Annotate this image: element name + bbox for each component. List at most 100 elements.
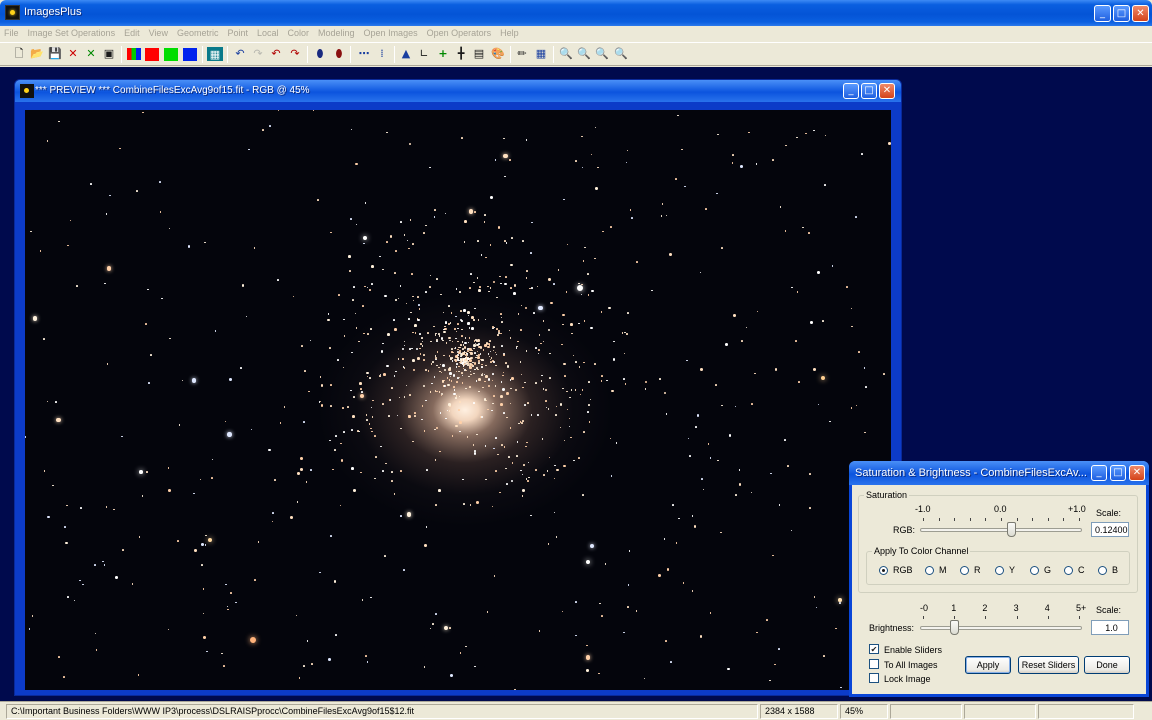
close-button[interactable]: ✕	[1132, 5, 1149, 22]
zoom-fit-icon[interactable]: 🔍	[594, 46, 610, 62]
menu-image-set-operations[interactable]: Image Set Operations	[28, 28, 116, 38]
channel-radio-g[interactable]	[1030, 566, 1039, 575]
minimize-button[interactable]: _	[1094, 5, 1111, 22]
dialog-maximize-button[interactable]: □	[1110, 465, 1126, 481]
star	[528, 476, 530, 479]
mask-red-icon[interactable]: ⬮	[331, 46, 347, 62]
crosshair-icon[interactable]: ╋	[453, 46, 469, 62]
star	[501, 444, 503, 446]
star	[486, 611, 489, 613]
star	[449, 674, 453, 678]
menu-view[interactable]: View	[149, 28, 168, 38]
channel-radio-c[interactable]	[1064, 566, 1073, 575]
dialog-close-button[interactable]: ✕	[1129, 465, 1145, 481]
saturation-brightness-dialog[interactable]: Saturation & Brightness - CombineFilesEx…	[849, 461, 1149, 697]
menu-local[interactable]: Local	[257, 28, 279, 38]
preview-window[interactable]: *** PREVIEW *** CombineFilesExcAvg9of15.…	[14, 79, 902, 696]
star	[510, 287, 512, 289]
star	[498, 330, 500, 333]
undo-all-icon[interactable]: ↶	[268, 46, 284, 62]
star	[838, 598, 842, 602]
brightness-scale-input[interactable]	[1091, 620, 1129, 635]
app-titlebar[interactable]: ImagesPlus _ □ ✕	[0, 0, 1152, 26]
star	[461, 136, 463, 139]
blue-channel-icon[interactable]	[183, 48, 197, 61]
to-all-images-checkbox[interactable]	[869, 659, 879, 669]
menu-file[interactable]: File	[4, 28, 19, 38]
brightness-slider-track[interactable]	[920, 626, 1082, 630]
grid-icon[interactable]: ▦	[207, 47, 223, 61]
mask-black-icon[interactable]: ⬮	[312, 46, 328, 62]
pattern-icon[interactable]: ▦	[533, 46, 549, 62]
channel-radio-rgb[interactable]	[879, 566, 888, 575]
star	[888, 141, 891, 145]
undo-icon[interactable]: ↶	[232, 46, 248, 62]
zoom-actual-icon[interactable]: 🔍	[613, 46, 629, 62]
channel-radio-r[interactable]	[960, 566, 969, 575]
dots-chart-icon[interactable]: ⁞	[374, 46, 390, 62]
preview-titlebar[interactable]: *** PREVIEW *** CombineFilesExcAvg9of15.…	[15, 80, 901, 102]
close-green-icon[interactable]: ✕	[83, 46, 99, 62]
menu-help[interactable]: Help	[500, 28, 519, 38]
channel-radio-b[interactable]	[1098, 566, 1107, 575]
star	[351, 467, 354, 470]
saturation-scale-input[interactable]	[1091, 522, 1129, 537]
curve-icon[interactable]: ∟	[416, 46, 432, 62]
maximize-button[interactable]: □	[1113, 5, 1130, 22]
red-channel-icon[interactable]	[145, 48, 159, 61]
menu-modeling[interactable]: Modeling	[318, 28, 355, 38]
new-file-icon[interactable]: 🗋	[11, 46, 27, 62]
redo-icon[interactable]: ↷	[250, 46, 266, 62]
apply-button[interactable]: Apply	[965, 656, 1011, 674]
channel-group-label: Apply To Color Channel	[872, 546, 971, 556]
channel-radio-m[interactable]	[925, 566, 934, 575]
star	[425, 291, 427, 293]
green-channel-icon[interactable]	[164, 48, 178, 61]
star	[575, 361, 577, 363]
print-icon[interactable]: ▣	[101, 46, 117, 62]
brightness-slider-thumb[interactable]	[950, 620, 960, 635]
reset-sliders-button[interactable]: Reset Sliders	[1018, 656, 1079, 674]
preview-minimize-button[interactable]: _	[843, 83, 859, 99]
done-button[interactable]: Done	[1084, 656, 1130, 674]
lock-image-checkbox[interactable]	[869, 673, 879, 683]
calculator-icon[interactable]: ▤	[471, 46, 487, 62]
pencil-icon[interactable]: ✏	[514, 46, 530, 62]
color-bars-icon[interactable]	[127, 48, 141, 60]
saturation-slider-thumb[interactable]	[1006, 522, 1016, 537]
triangle-icon[interactable]: ▲	[398, 46, 414, 62]
star	[509, 387, 512, 390]
save-icon[interactable]: 💾	[47, 46, 63, 62]
saturation-slider-track[interactable]	[920, 528, 1082, 532]
zoom-out-icon[interactable]: 🔍	[576, 46, 592, 62]
dialog-minimize-button[interactable]: _	[1091, 465, 1107, 481]
redo-all-icon[interactable]: ↷	[287, 46, 303, 62]
star	[431, 361, 434, 363]
star	[705, 208, 707, 210]
zoom-in-icon[interactable]: 🔍	[558, 46, 574, 62]
star	[419, 347, 421, 350]
menu-open-operators[interactable]: Open Operators	[427, 28, 492, 38]
channel-radio-y[interactable]	[995, 566, 1004, 575]
dialog-titlebar[interactable]: Saturation & Brightness - CombineFilesEx…	[849, 461, 1149, 485]
close-red-icon[interactable]: ✕	[65, 46, 81, 62]
crosshair-green-icon[interactable]: +	[435, 46, 451, 62]
app-icon[interactable]	[5, 5, 20, 20]
menu-edit[interactable]: Edit	[124, 28, 140, 38]
palette-icon[interactable]: 🎨	[490, 46, 506, 62]
star	[52, 484, 54, 487]
enable-sliders-checkbox[interactable]: ✔	[869, 644, 879, 654]
menu-open-images[interactable]: Open Images	[364, 28, 418, 38]
menu-color[interactable]: Color	[288, 28, 310, 38]
star	[386, 241, 388, 243]
open-folder-icon[interactable]: 📂	[29, 46, 45, 62]
preview-icon[interactable]	[20, 84, 34, 98]
preview-maximize-button[interactable]: □	[861, 83, 877, 99]
menu-geometric[interactable]: Geometric	[177, 28, 219, 38]
dots-icon[interactable]: ⋯	[356, 46, 372, 62]
preview-image-canvas[interactable]	[25, 110, 891, 690]
preview-close-button[interactable]: ✕	[879, 83, 895, 99]
menu-point[interactable]: Point	[227, 28, 248, 38]
star	[328, 658, 332, 661]
star	[823, 655, 825, 657]
